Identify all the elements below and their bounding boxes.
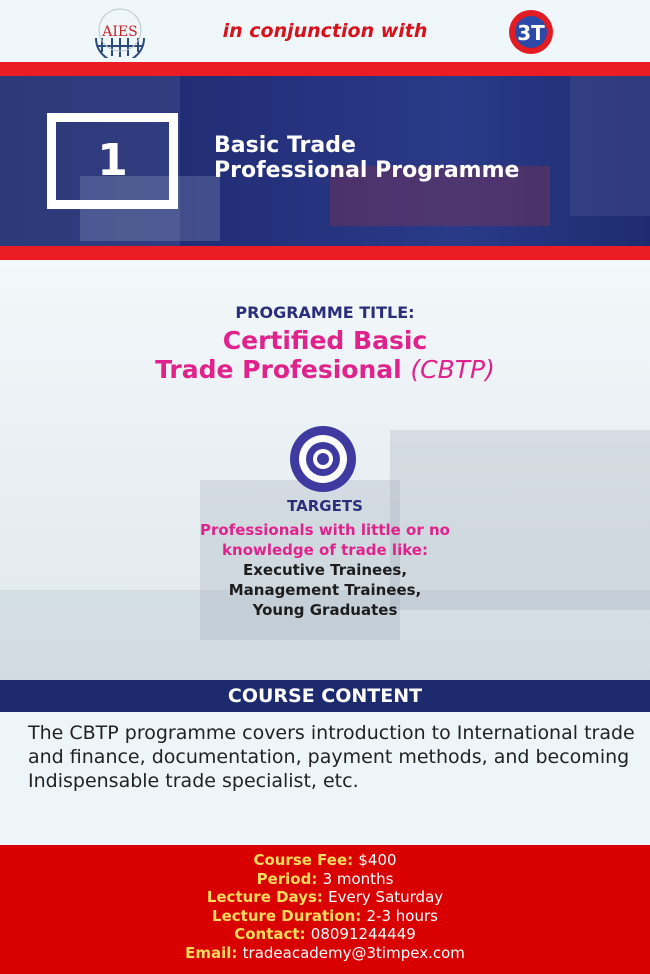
info-period: Period: 3 months — [0, 870, 650, 889]
programme-title: Certified Basic Trade Profesional (CBTP) — [0, 326, 650, 384]
targets-line1: Professionals with little or no — [200, 521, 450, 539]
course-info: Course Fee: $400 Period: 3 months Lectur… — [0, 845, 650, 974]
target-item: Young Graduates — [252, 601, 398, 619]
info-fee: Course Fee: $400 — [0, 851, 650, 870]
info-value: 08091244449 — [310, 925, 416, 943]
programme-abbr: (CBTP) — [410, 355, 495, 384]
info-value: $400 — [358, 851, 397, 869]
info-duration: Lecture Duration: 2-3 hours — [0, 907, 650, 926]
banner-title: Basic Trade Professional Programme — [214, 133, 519, 183]
programme-title-label: PROGRAMME TITLE: — [235, 303, 415, 322]
3t-logo: 3T — [509, 10, 553, 54]
info-value: 3 months — [322, 869, 394, 888]
info-label: Contact: — [234, 925, 306, 943]
info-value: 2-3 hours — [366, 906, 438, 925]
targets-line2: knowledge of trade like: — [222, 541, 428, 559]
programme-title-line1: Certified Basic — [222, 326, 428, 355]
number-box: 1 — [47, 113, 178, 209]
info-value: Every Saturday — [328, 888, 444, 906]
course-content-heading: COURSE CONTENT — [0, 680, 650, 712]
banner-title-line1: Basic Trade — [214, 133, 356, 158]
programme-number: 1 — [97, 135, 128, 186]
course-description: The CBTP programme covers introduction t… — [28, 722, 635, 792]
info-label: Course Fee: — [253, 851, 354, 869]
targets-list: Executive Trainees, Management Trainees,… — [0, 560, 650, 620]
programme-banner: 1 Basic Trade Professional Programme — [0, 76, 650, 246]
targets-description: Professionals with little or no knowledg… — [0, 520, 650, 560]
info-value: tradeacademy@3timpex.com — [242, 943, 465, 962]
programme-title-line2: Trade Profesional — [155, 355, 402, 384]
red-divider — [0, 246, 650, 260]
info-label: Lecture Days: — [206, 888, 323, 906]
info-label: Email: — [185, 943, 238, 962]
target-item: Executive Trainees, — [242, 561, 408, 579]
target-item: Management Trainees, — [228, 581, 422, 599]
red-divider — [0, 62, 650, 76]
info-days: Lecture Days: Every Saturday — [0, 888, 650, 907]
banner-title-line2: Professional Programme — [214, 158, 520, 183]
info-label: Lecture Duration: — [212, 906, 362, 925]
info-contact: Contact: 08091244449 — [0, 925, 650, 944]
info-email: Email: tradeacademy@3timpex.com — [0, 944, 650, 963]
targets-heading: TARGETS — [287, 497, 363, 515]
info-label: Period: — [256, 869, 318, 888]
svg-text:3T: 3T — [517, 21, 545, 45]
